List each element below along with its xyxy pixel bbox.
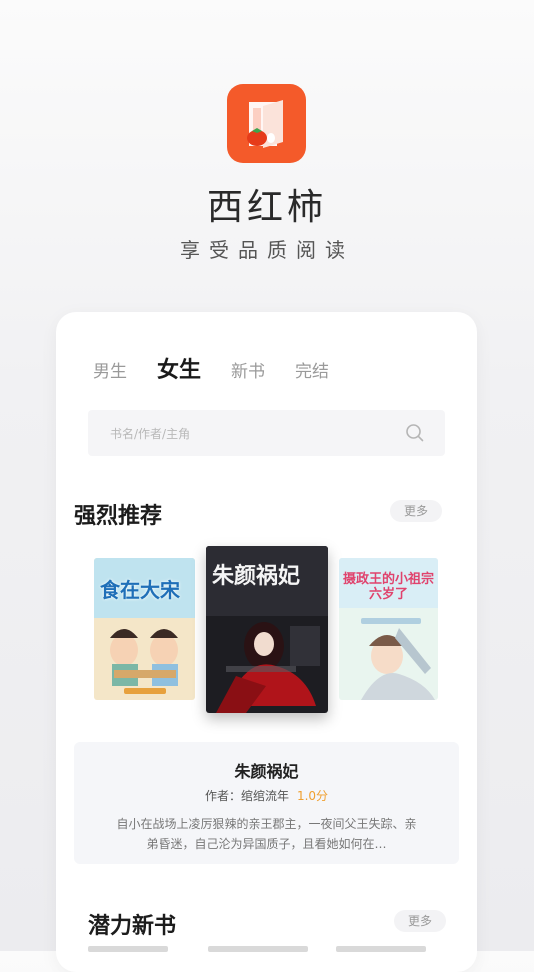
recommend-more-button[interactable]: 更多 [390, 500, 442, 522]
cover-title-3: 摄政王的小祖宗六岁了 [342, 572, 434, 602]
search-input[interactable]: 书名/作者/主角 [88, 410, 445, 456]
book-detail-box[interactable]: 朱颜祸妃 作者：绾绾流年 1.0分 自小在战场上凌厉狠辣的亲王郡主，一夜间父王失踪… [74, 742, 459, 864]
section-title-recommend: 强烈推荐 [74, 503, 163, 529]
author-line: 作者：绾绾流年 1.0分 [74, 787, 459, 804]
cover-title-1: 食在大宋 [100, 578, 180, 602]
app-slogan: 享受品质阅读 [180, 238, 354, 262]
section-title-potential: 潜力新书 [88, 913, 177, 939]
book-cover-1[interactable]: 食在大宋 [94, 558, 195, 700]
book-cover-peek [336, 946, 426, 952]
tab-female[interactable]: 女生 [157, 352, 201, 384]
app-name: 西红柿 [206, 187, 327, 228]
book-description: 自小在战场上凌厉狠辣的亲王郡主，一夜间父王失踪、亲弟昏迷，自己沦为异国质子，且看… [116, 817, 417, 851]
book-cover-2[interactable]: 朱颜祸妃 [206, 546, 328, 713]
author-name: 绾绾流年 [240, 789, 289, 803]
tab-male[interactable]: 男生 [93, 357, 127, 382]
content-card: 男生 女生 新书 完结 书名/作者/主角 强烈推荐 更多 食在大宋 朱颜祸妃 摄… [56, 312, 477, 972]
search-icon[interactable] [405, 423, 425, 447]
book-cover-peek [208, 946, 308, 952]
book-cover-peek [88, 946, 168, 952]
author-label: 作者： [204, 789, 241, 803]
tab-new-books[interactable]: 新书 [231, 357, 265, 382]
cover-title-2: 朱颜祸妃 [212, 563, 301, 589]
tab-completed[interactable]: 完结 [295, 357, 329, 382]
app-logo-icon [227, 84, 306, 163]
potential-more-button[interactable]: 更多 [394, 910, 446, 932]
rating-score: 1.0分 [296, 789, 329, 803]
search-placeholder: 书名/作者/主角 [110, 427, 191, 441]
category-tabs: 男生 女生 新书 完结 [93, 352, 359, 384]
book-name: 朱颜祸妃 [234, 762, 299, 781]
book-cover-3[interactable]: 摄政王的小祖宗六岁了 [339, 558, 438, 700]
